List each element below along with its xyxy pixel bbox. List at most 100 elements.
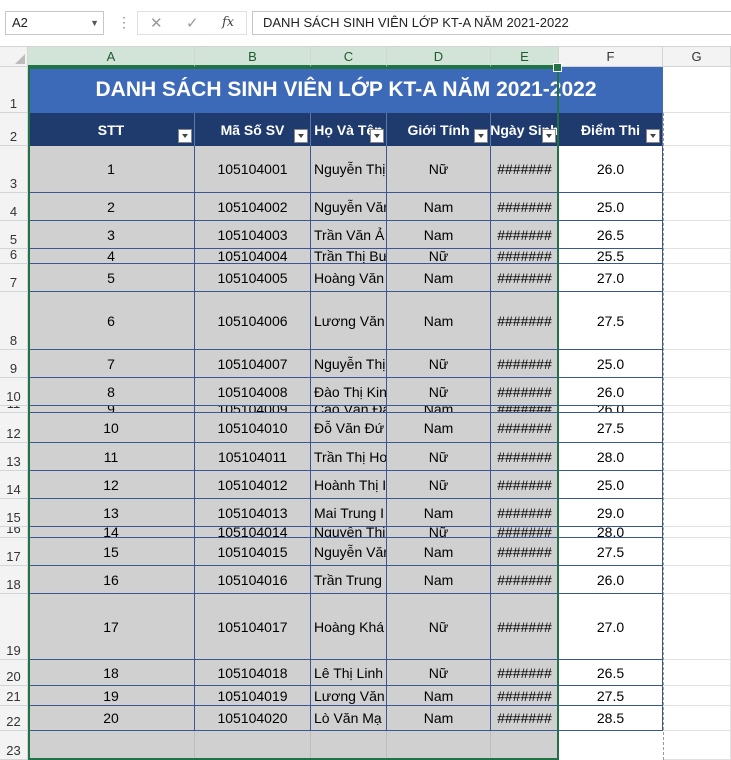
row-header-19[interactable]: 19: [0, 594, 28, 660]
table-cell-ten[interactable]: Nguyễn Thị: [311, 350, 387, 378]
table-cell-diem[interactable]: 27.5: [559, 292, 663, 350]
table-cell-diem[interactable]: 26.0: [559, 146, 663, 193]
table-cell-diem[interactable]: 25.0: [559, 193, 663, 221]
row-header-20[interactable]: 20: [0, 660, 28, 686]
table-cell-gt[interactable]: Nữ: [387, 594, 491, 660]
select-all-button[interactable]: [0, 47, 28, 67]
row-header-13[interactable]: 13: [0, 443, 28, 471]
table-cell-ns[interactable]: #######: [491, 686, 559, 706]
table-cell-diem[interactable]: 28.5: [559, 706, 663, 731]
table-cell-gt[interactable]: Nam: [387, 264, 491, 292]
table-cell-msv[interactable]: 105104016: [195, 566, 311, 594]
row-header-3[interactable]: 3: [0, 146, 28, 193]
table-cell-ns[interactable]: #######: [491, 406, 559, 413]
table-cell-ten[interactable]: Lương Văn: [311, 292, 387, 350]
table-cell-ten[interactable]: Hoàng Văn: [311, 264, 387, 292]
empty-cell[interactable]: [195, 731, 311, 760]
table-cell-msv[interactable]: 105104003: [195, 221, 311, 249]
table-cell-ten[interactable]: Đào Thị Kin: [311, 378, 387, 406]
table-cell-ten[interactable]: Trần Thị Bư: [311, 249, 387, 264]
table-cell-ns[interactable]: #######: [491, 249, 559, 264]
enter-icon[interactable]: ✓: [186, 14, 199, 32]
table-cell-msv[interactable]: 105104015: [195, 538, 311, 566]
column-header-d[interactable]: D: [387, 47, 491, 67]
table-cell-diem[interactable]: 25.0: [559, 350, 663, 378]
table-cell-stt[interactable]: 4: [28, 249, 195, 264]
table-cell-gt[interactable]: Nữ: [387, 249, 491, 264]
table-cell-ten[interactable]: Trần Thị Ho: [311, 443, 387, 471]
table-cell-stt[interactable]: 10: [28, 413, 195, 443]
filter-dropdown-icon[interactable]: [646, 129, 660, 143]
table-cell-stt[interactable]: 9: [28, 406, 195, 413]
table-cell-gt[interactable]: Nữ: [387, 378, 491, 406]
table-cell-stt[interactable]: 20: [28, 706, 195, 731]
table-cell-ns[interactable]: #######: [491, 413, 559, 443]
chevron-down-icon[interactable]: ▼: [90, 12, 99, 34]
table-cell-ns[interactable]: #######: [491, 566, 559, 594]
table-cell-ten[interactable]: Hoàng Khá: [311, 594, 387, 660]
table-cell-msv[interactable]: 105104011: [195, 443, 311, 471]
row-header-18[interactable]: 18: [0, 566, 28, 594]
table-cell-gt[interactable]: Nữ: [387, 471, 491, 499]
table-cell-ten[interactable]: Đỗ Văn Đứ: [311, 413, 387, 443]
table-cell-gt[interactable]: Nam: [387, 413, 491, 443]
filter-dropdown-icon[interactable]: [178, 129, 192, 143]
table-cell-stt[interactable]: 15: [28, 538, 195, 566]
row-header-17[interactable]: 17: [0, 538, 28, 566]
table-cell-gt[interactable]: Nam: [387, 566, 491, 594]
table-cell-diem[interactable]: 25.0: [559, 471, 663, 499]
cancel-icon[interactable]: ✕: [150, 14, 163, 32]
table-cell-ns[interactable]: #######: [491, 146, 559, 193]
table-cell-stt[interactable]: 12: [28, 471, 195, 499]
row-header-9[interactable]: 9: [0, 350, 28, 378]
row-header-4[interactable]: 4: [0, 193, 28, 221]
column-header-f[interactable]: F: [559, 47, 663, 67]
table-cell-ns[interactable]: #######: [491, 221, 559, 249]
row-header-15[interactable]: 15: [0, 499, 28, 527]
name-box[interactable]: A2 ▼: [5, 11, 104, 35]
row-header-11[interactable]: 11: [0, 406, 28, 413]
table-cell-ns[interactable]: #######: [491, 594, 559, 660]
table-cell-diem[interactable]: 26.0: [559, 406, 663, 413]
table-cell-gt[interactable]: Nam: [387, 499, 491, 527]
table-cell-msv[interactable]: 105104020: [195, 706, 311, 731]
filter-dropdown-icon[interactable]: [370, 129, 384, 143]
column-header-g[interactable]: G: [663, 47, 731, 67]
table-cell-gt[interactable]: Nam: [387, 193, 491, 221]
table-cell-msv[interactable]: 105104006: [195, 292, 311, 350]
table-cell-ten[interactable]: Trần Văn Ả: [311, 221, 387, 249]
table-cell-diem[interactable]: 26.5: [559, 221, 663, 249]
column-header-e[interactable]: E: [491, 47, 559, 67]
empty-cell[interactable]: [387, 731, 491, 760]
insert-function-icon[interactable]: fx: [222, 15, 234, 30]
table-cell-ns[interactable]: #######: [491, 538, 559, 566]
column-header-b[interactable]: B: [195, 47, 311, 67]
table-cell-gt[interactable]: Nữ: [387, 350, 491, 378]
table-cell-ns[interactable]: #######: [491, 527, 559, 538]
table-cell-ten[interactable]: Cao Văn Đạ: [311, 406, 387, 413]
table-cell-diem[interactable]: 28.0: [559, 527, 663, 538]
table-cell-msv[interactable]: 105104012: [195, 471, 311, 499]
table-cell-msv[interactable]: 105104018: [195, 660, 311, 686]
table-cell-stt[interactable]: 14: [28, 527, 195, 538]
table-cell-stt[interactable]: 1: [28, 146, 195, 193]
table-cell-msv[interactable]: 105104019: [195, 686, 311, 706]
table-cell-msv[interactable]: 105104013: [195, 499, 311, 527]
table-cell-ns[interactable]: #######: [491, 350, 559, 378]
table-cell-ns[interactable]: #######: [491, 378, 559, 406]
table-cell-ten[interactable]: Nguyễn Thị: [311, 146, 387, 193]
row-header-21[interactable]: 21: [0, 686, 28, 706]
table-cell-ten[interactable]: Lương Văn: [311, 686, 387, 706]
table-cell-gt[interactable]: Nam: [387, 706, 491, 731]
table-cell-msv[interactable]: 105104014: [195, 527, 311, 538]
table-cell-stt[interactable]: 2: [28, 193, 195, 221]
table-cell-diem[interactable]: 29.0: [559, 499, 663, 527]
table-cell-ns[interactable]: #######: [491, 443, 559, 471]
row-header-16[interactable]: 16: [0, 527, 28, 538]
table-cell-stt[interactable]: 17: [28, 594, 195, 660]
table-cell-msv[interactable]: 105104017: [195, 594, 311, 660]
filter-dropdown-icon[interactable]: [542, 129, 556, 143]
table-cell-gt[interactable]: Nữ: [387, 443, 491, 471]
more-options-icon[interactable]: ⋮: [117, 14, 131, 31]
row-header-22[interactable]: 22: [0, 706, 28, 731]
